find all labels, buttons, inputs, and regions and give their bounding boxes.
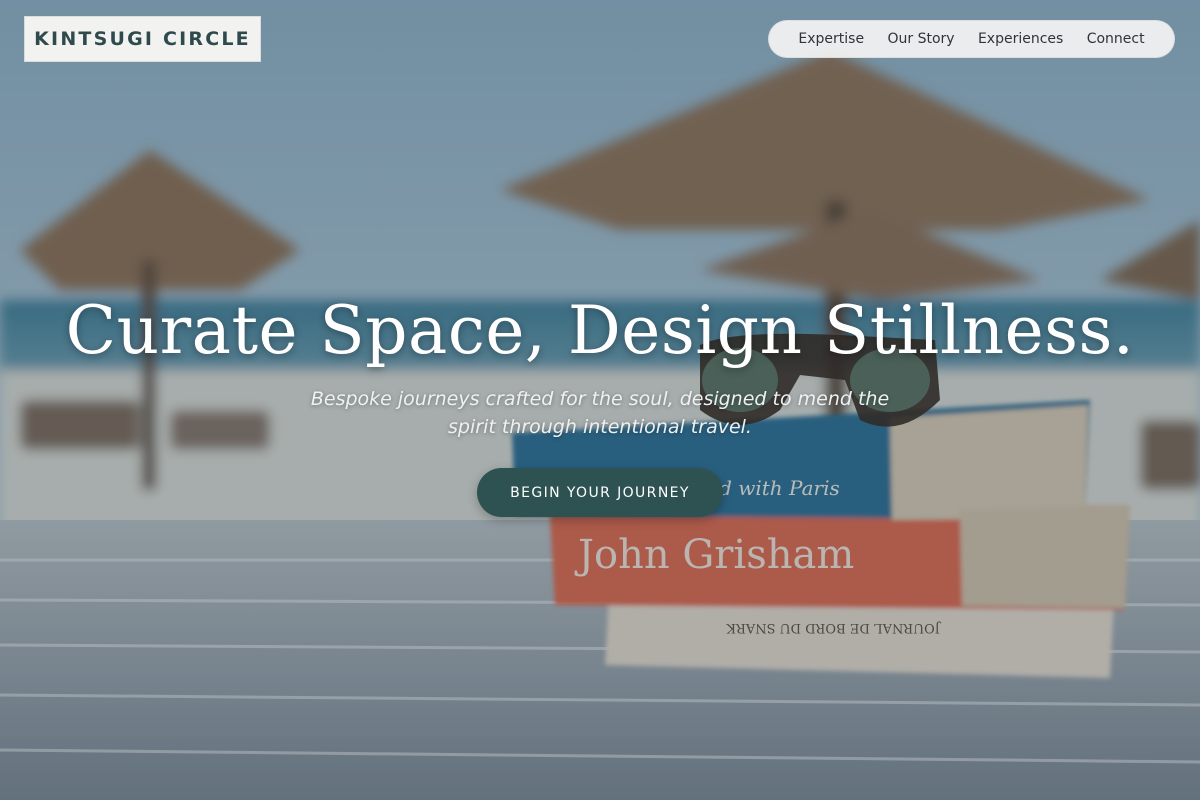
main-navigation: Expertise Our Story Experiences Connect [768,20,1175,58]
brand-logo[interactable]: KINTSUGI CIRCLE [24,16,261,62]
nav-item-our-story[interactable]: Our Story [887,31,954,47]
hero-subheadline: Bespoke journeys crafted for the soul, d… [310,388,890,438]
hero-headline: Curate Space, Design Stillness. [65,292,1135,369]
nav-item-experiences[interactable]: Experiences [978,31,1063,47]
nav-item-connect[interactable]: Connect [1087,31,1145,47]
begin-journey-button[interactable]: BEGIN YOUR JOURNEY [477,468,723,517]
nav-item-expertise[interactable]: Expertise [798,31,864,47]
